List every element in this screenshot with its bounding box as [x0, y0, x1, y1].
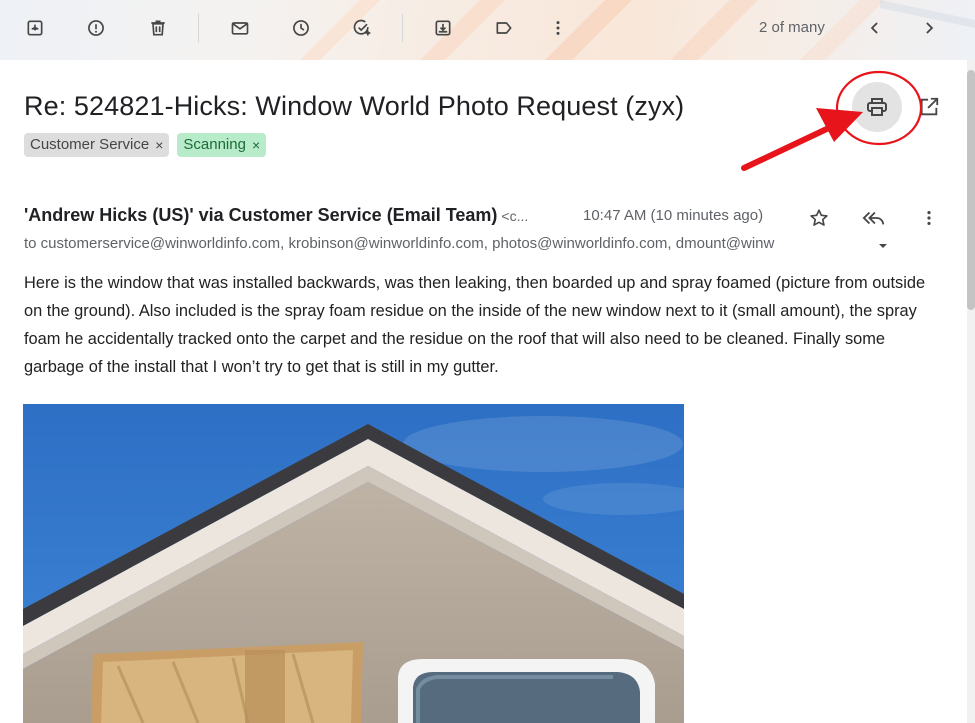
delete-icon: [151, 20, 165, 36]
toolbar-divider: [402, 14, 403, 42]
sender-email: <c...: [501, 208, 529, 224]
email-subject: Re: 524821-Hicks: Window World Photo Req…: [24, 91, 685, 121]
report-spam-icon: [88, 20, 104, 36]
reply-all-icon: [862, 211, 885, 225]
label-chips: Customer Service × Scanning ×: [24, 133, 267, 157]
remove-label-button[interactable]: ×: [252, 133, 260, 157]
email-view: 2 of many Re: 524821-Hicks: Window World…: [0, 0, 975, 723]
star-icon: [810, 209, 828, 226]
label-button[interactable]: [486, 10, 522, 46]
mark-unread-button[interactable]: [222, 10, 258, 46]
report-spam-button[interactable]: [78, 10, 114, 46]
remove-label-button[interactable]: ×: [155, 133, 163, 157]
label-chip-customer-service[interactable]: Customer Service ×: [24, 133, 170, 157]
label-icon: [496, 22, 512, 34]
open-in-new-window-button[interactable]: [914, 92, 944, 122]
reply-all-button[interactable]: [860, 204, 888, 232]
archive-icon: [27, 20, 43, 36]
chevron-right-icon: [926, 22, 934, 34]
open-in-new-window-icon: [920, 97, 939, 116]
add-to-tasks-button[interactable]: [344, 10, 380, 46]
scrollbar[interactable]: [967, 60, 975, 723]
chevron-left-icon: [870, 22, 878, 34]
older-button[interactable]: [911, 10, 947, 46]
sender-line: 'Andrew Hicks (US)' via Customer Service…: [24, 205, 528, 226]
newer-button[interactable]: [857, 10, 893, 46]
label-chip-text: Scanning: [183, 136, 246, 153]
message-more-button[interactable]: [915, 204, 943, 232]
more-icon: [556, 21, 560, 35]
toolbar-divider: [198, 14, 199, 42]
caret-down-icon: [879, 244, 887, 248]
message-body: Here is the window that was installed ba…: [24, 274, 926, 376]
snooze-button[interactable]: [283, 10, 319, 46]
annotation-arrow: [741, 108, 863, 171]
move-to-button[interactable]: [425, 10, 461, 46]
add-to-tasks-icon: [353, 19, 371, 36]
print-all-button[interactable]: [852, 82, 902, 132]
more-vert-icon: [927, 211, 931, 225]
scrollbar-thumb[interactable]: [967, 70, 975, 310]
delete-button[interactable]: [140, 10, 176, 46]
move-to-icon: [435, 20, 451, 36]
archive-button[interactable]: [17, 10, 53, 46]
star-button[interactable]: [805, 204, 833, 232]
snooze-icon: [293, 20, 309, 36]
print-icon: [867, 98, 887, 116]
label-chip-text: Customer Service: [30, 136, 150, 153]
show-details-button[interactable]: [876, 234, 890, 254]
label-chip-scanning[interactable]: Scanning ×: [177, 133, 267, 157]
more-actions-button[interactable]: [540, 10, 576, 46]
recipients-line: to customerservice@winworldinfo.com, kro…: [24, 235, 775, 252]
attached-photo[interactable]: [23, 404, 684, 723]
mark-unread-icon: [231, 22, 249, 35]
sender-name[interactable]: 'Andrew Hicks (US)' via Customer Service…: [24, 205, 497, 225]
house-photo-illustration: [23, 404, 684, 723]
message-time: 10:47 AM (10 minutes ago): [583, 207, 764, 224]
action-toolbar: 2 of many: [0, 0, 975, 60]
pagination-text: 2 of many: [759, 19, 825, 36]
